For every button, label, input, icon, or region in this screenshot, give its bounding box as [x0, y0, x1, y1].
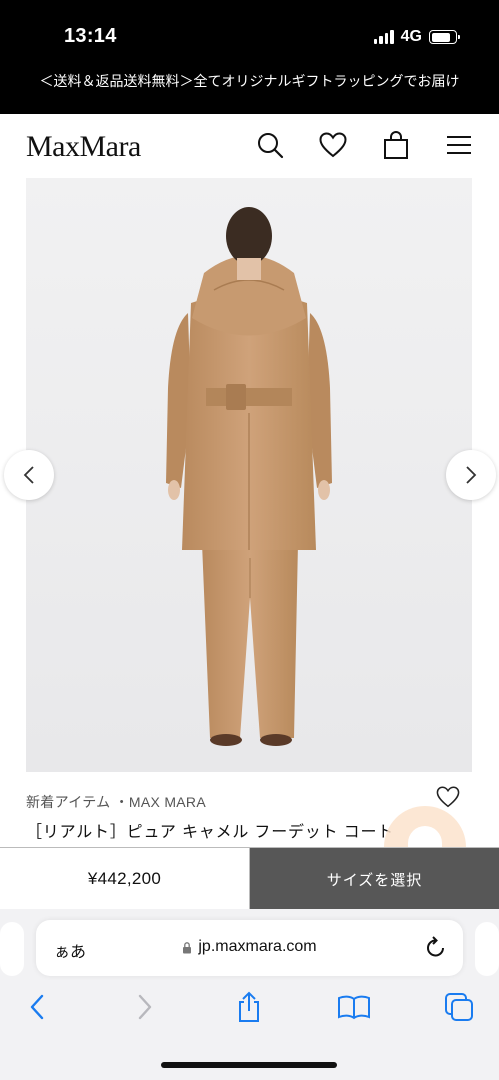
- signal-icon: [373, 30, 394, 44]
- purchase-bar: ¥442,200 サイズを選択: [0, 847, 499, 910]
- product-title: ［リアルト］ピュア キャメル フーデット コート: [26, 824, 395, 841]
- lock-icon: [183, 941, 192, 953]
- reload-icon[interactable]: [425, 935, 447, 964]
- chevron-left-icon: [23, 466, 34, 484]
- product-category: 新着アイテム ・MAX MARA: [26, 794, 206, 810]
- url-text: jp.maxmara.com: [198, 938, 317, 955]
- prev-tab-preview[interactable]: [0, 922, 24, 976]
- forward-chevron-icon: [138, 994, 152, 1020]
- heart-icon[interactable]: [318, 130, 348, 160]
- brand-logo[interactable]: MaxMara: [26, 130, 141, 164]
- chevron-right-icon: [466, 466, 477, 484]
- site-header: MaxMara: [0, 114, 499, 178]
- status-time: 13:14: [64, 25, 117, 47]
- network-label: 4G: [400, 28, 422, 45]
- next-tab-preview[interactable]: [475, 922, 499, 976]
- book-icon: [338, 995, 370, 1020]
- tabs-button[interactable]: [442, 990, 476, 1024]
- address-bar[interactable]: ぁあ jp.maxmara.com: [36, 920, 463, 976]
- product-image[interactable]: [26, 178, 472, 772]
- status-icons: 4G: [373, 28, 460, 46]
- status-bar: 13:14 4G: [0, 0, 499, 70]
- menu-icon[interactable]: [444, 130, 474, 160]
- back-chevron-icon: [30, 994, 44, 1020]
- battery-icon: [429, 30, 460, 44]
- search-icon[interactable]: [255, 130, 285, 160]
- prev-image-button[interactable]: [4, 450, 54, 500]
- share-button[interactable]: [232, 990, 266, 1024]
- forward-button[interactable]: [128, 990, 162, 1024]
- promo-banner[interactable]: ＜送料＆返品送料無料＞全てオリジナルギフトラッピングでお届け: [0, 70, 499, 114]
- tabs-icon: [445, 993, 473, 1021]
- bookmarks-button[interactable]: [337, 990, 371, 1024]
- home-indicator: [161, 1062, 337, 1068]
- product-price: ¥442,200: [0, 848, 250, 910]
- url-display[interactable]: jp.maxmara.com: [36, 938, 463, 956]
- share-icon: [239, 991, 259, 1022]
- back-button[interactable]: [20, 990, 54, 1024]
- next-image-button[interactable]: [446, 450, 496, 500]
- select-size-button[interactable]: サイズを選択: [250, 848, 499, 910]
- shopping-bag-icon[interactable]: [381, 130, 411, 160]
- product-photo: [26, 178, 472, 772]
